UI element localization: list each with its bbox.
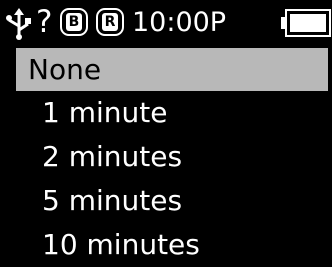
menu-item-label: 1 minute: [42, 96, 168, 129]
menu-item-label: 10 minutes: [42, 228, 200, 261]
menu-item-2-minutes[interactable]: 2 minutes: [0, 135, 332, 179]
timeout-menu: * None 1 minute 2 minutes 5 minutes 10 m…: [0, 48, 332, 267]
help-icon: ?: [36, 4, 53, 40]
status-bar: ? B R 10:00P: [0, 0, 332, 46]
battery-full-icon: [281, 9, 331, 37]
menu-item-none[interactable]: * None: [2, 48, 328, 91]
bluetooth-badge-icon: B: [60, 8, 88, 36]
menu-item-1-minute[interactable]: 1 minute: [0, 91, 332, 135]
record-badge-icon: R: [96, 8, 124, 36]
badge-b-label: B: [66, 13, 82, 31]
menu-item-label: 2 minutes: [42, 140, 183, 173]
menu-item-label: None: [28, 53, 102, 86]
badge-r-label: R: [102, 13, 118, 31]
menu-item-10-minutes[interactable]: 10 minutes: [0, 223, 332, 267]
clock-time: 10:00P: [132, 7, 227, 38]
usb-icon: [6, 8, 31, 40]
menu-item-5-minutes[interactable]: 5 minutes: [0, 179, 332, 223]
selected-marker: *: [2, 53, 16, 86]
menu-item-label: 5 minutes: [42, 184, 183, 217]
